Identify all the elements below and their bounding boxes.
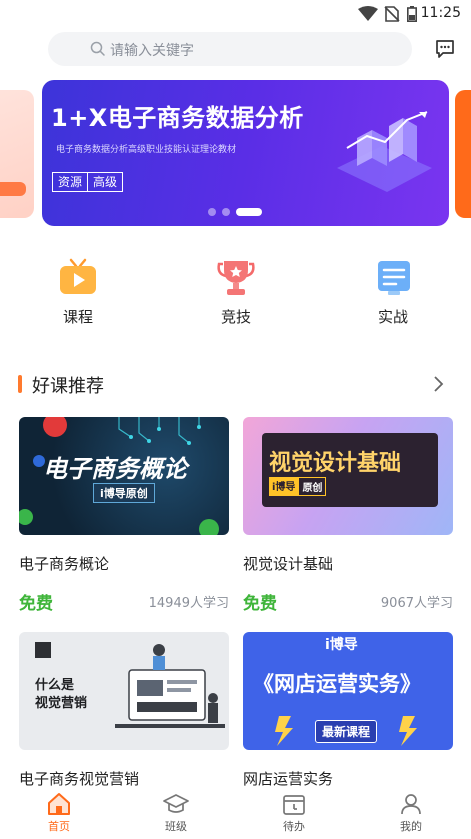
section-accent-bar xyxy=(18,375,22,393)
battery-icon xyxy=(407,6,417,22)
nav-label: 竞技 xyxy=(220,308,251,326)
home-icon xyxy=(48,793,70,815)
course-card[interactable]: i博导 《网店运营实务》 最新课程 网店运营实务 xyxy=(243,632,453,788)
nav-label: 实战 xyxy=(377,308,408,326)
tab-me[interactable]: 我的 xyxy=(381,792,441,834)
graduation-cap-icon xyxy=(163,794,189,813)
banner-carousel[interactable]: 1+X电子商务数据分析 电子商务数据分析高级职业技能认证理论教材 资源 高级 xyxy=(0,80,471,230)
banner-slide[interactable]: 1+X电子商务数据分析 电子商务数据分析高级职业技能认证理论教材 资源 高级 xyxy=(42,80,449,226)
thumbnail-line-2: 视觉营销 xyxy=(35,696,88,711)
tab-label: 待办 xyxy=(283,820,305,833)
course-learners: 9067人学习 xyxy=(380,596,453,611)
course-name: 电子商务概论 xyxy=(19,555,110,573)
search-icon xyxy=(90,41,105,56)
tab-label: 首页 xyxy=(48,820,70,833)
thumbnail-badge: i博导 原创 xyxy=(269,477,327,496)
tv-icon xyxy=(60,258,96,294)
course-thumbnail: 电子商务概论 i博导原创 xyxy=(19,417,229,535)
section-title: 好课推荐 xyxy=(32,376,104,397)
banner-title: 1+X电子商务数据分析 xyxy=(51,104,304,132)
course-price: 免费 xyxy=(19,594,53,614)
trophy-icon xyxy=(217,261,255,295)
nav-label: 课程 xyxy=(62,308,93,326)
course-price: 免费 xyxy=(243,594,277,614)
bottom-tab-bar: 首页 班级 待办 我的 xyxy=(0,788,471,839)
calendar-icon xyxy=(283,795,305,815)
course-name: 电子商务视觉营销 xyxy=(19,770,140,788)
banner-subtitle: 电子商务数据分析高级职业技能认证理论教材 xyxy=(56,145,237,155)
thumbnail-line-1: 什么是 xyxy=(35,678,75,693)
status-bar: 11:25 xyxy=(0,0,471,28)
tab-class[interactable]: 班级 xyxy=(146,792,206,834)
search-bar[interactable]: 请输入关键字 xyxy=(48,32,412,66)
carousel-dot-active[interactable] xyxy=(236,208,262,216)
thumbnail-title: 《网店运营实务》 xyxy=(253,672,421,696)
thumbnail-square xyxy=(35,642,51,658)
search-placeholder: 请输入关键字 xyxy=(110,43,194,59)
thumbnail-title: 电子商务概论 xyxy=(43,455,187,483)
nav-competition[interactable]: 竞技 xyxy=(196,258,276,327)
course-learners: 14949人学习 xyxy=(148,596,229,611)
banner-tags: 资源 高级 xyxy=(52,172,124,192)
banner-tag: 资源 xyxy=(58,175,83,189)
carousel-dot[interactable] xyxy=(208,208,216,216)
tab-label: 我的 xyxy=(400,820,422,833)
message-icon[interactable] xyxy=(434,38,456,60)
course-name: 网店运营实务 xyxy=(243,770,334,788)
data-chart-illustration xyxy=(337,111,432,192)
tab-todo[interactable]: 待办 xyxy=(264,792,324,834)
course-card[interactable]: 电子商务概论 i博导原创 电子商务概论 免费 14949人学习 xyxy=(19,417,229,614)
tab-label: 班级 xyxy=(165,820,187,833)
user-icon xyxy=(401,794,421,815)
course-name: 视觉设计基础 xyxy=(243,555,334,573)
tab-home[interactable]: 首页 xyxy=(29,792,89,834)
clock: 11:25 xyxy=(420,5,461,21)
thumbnail-logo: i博导 xyxy=(325,637,358,653)
thumbnail-title: 视觉设计基础 xyxy=(269,451,402,476)
course-thumbnail: 视觉设计基础 i博导 原创 xyxy=(243,417,453,535)
banner-next-card[interactable] xyxy=(455,90,471,218)
badge-brand: i博导 xyxy=(269,477,299,496)
no-sim-icon xyxy=(384,6,400,22)
nav-courses[interactable]: 课程 xyxy=(38,258,118,327)
people-illustration xyxy=(115,644,225,728)
document-icon xyxy=(378,261,410,295)
banner-prev-card[interactable] xyxy=(0,90,34,218)
nav-practice[interactable]: 实战 xyxy=(353,258,433,327)
course-card[interactable]: 视觉设计基础 i博导 原创 视觉设计基础 免费 9067人学习 xyxy=(243,417,453,614)
thumbnail-badge: 最新课程 xyxy=(315,720,378,743)
wifi-icon xyxy=(358,6,378,21)
carousel-dot[interactable] xyxy=(222,208,230,216)
chevron-right-icon[interactable] xyxy=(432,375,444,393)
badge-tag: 原创 xyxy=(298,477,327,496)
course-thumbnail: 什么是 视觉营销 xyxy=(19,632,229,750)
banner-tag: 高级 xyxy=(87,173,122,191)
course-thumbnail: i博导 《网店运营实务》 最新课程 xyxy=(243,632,453,750)
thumbnail-badge: i博导原创 xyxy=(93,483,155,503)
carousel-indicator xyxy=(208,208,262,216)
course-card[interactable]: 什么是 视觉营销 电子商务视觉营销 xyxy=(19,632,229,788)
